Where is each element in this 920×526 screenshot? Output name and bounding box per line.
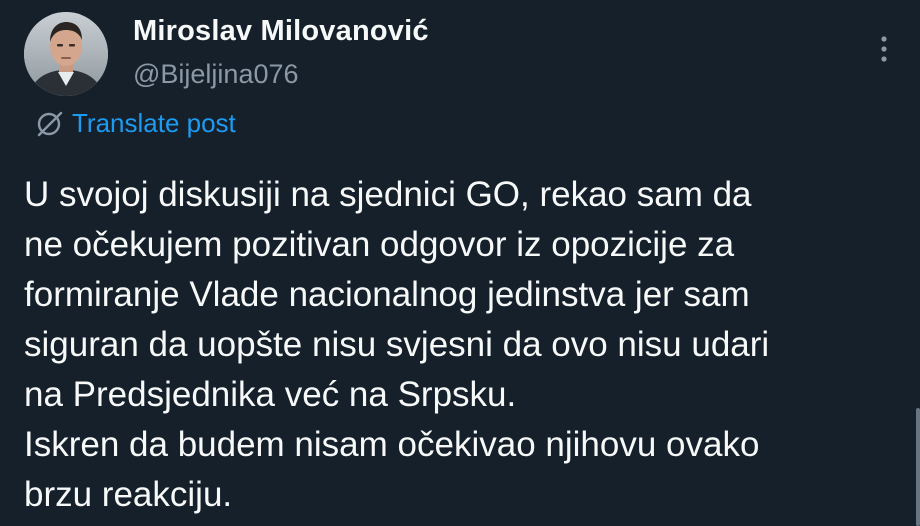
post-text-line: brzu reakciju. (24, 475, 233, 514)
translate-post-link[interactable]: Translate post (34, 108, 236, 139)
avatar[interactable] (24, 12, 108, 96)
post-text-line: U svojoj diskusiji na sjednici GO, rekao… (24, 175, 752, 214)
post-text-line: na Predsjednika već na Srpsku. (24, 375, 517, 414)
post-text-line: siguran da uopšte nisu svjesni da ovo ni… (24, 325, 770, 364)
author-handle[interactable]: @Bijeljina076 (133, 56, 429, 92)
scrollbar[interactable] (916, 408, 920, 526)
globe-slash-icon (37, 111, 63, 136)
post-card: Miroslav Milovanović @Bijeljina076 Trans… (0, 0, 920, 526)
post-text-line: Iskren da budem nisam očekivao njihovu o… (24, 425, 760, 464)
post-text-line: ne očekujem pozitivan odgovor iz opozici… (24, 225, 735, 264)
user-avatar-icon (24, 12, 108, 96)
author-info: Miroslav Milovanović @Bijeljina076 (133, 12, 429, 92)
translate-post-label: Translate post (72, 108, 236, 138)
more-vertical-icon (881, 36, 887, 62)
post-text-line: formiranje Vlade nacionalnog jedinstva j… (24, 275, 750, 314)
post-text: U svojoj diskusiji na sjednici GO, rekao… (24, 170, 904, 520)
more-options-button[interactable] (874, 34, 894, 64)
author-display-name[interactable]: Miroslav Milovanović (133, 12, 429, 50)
